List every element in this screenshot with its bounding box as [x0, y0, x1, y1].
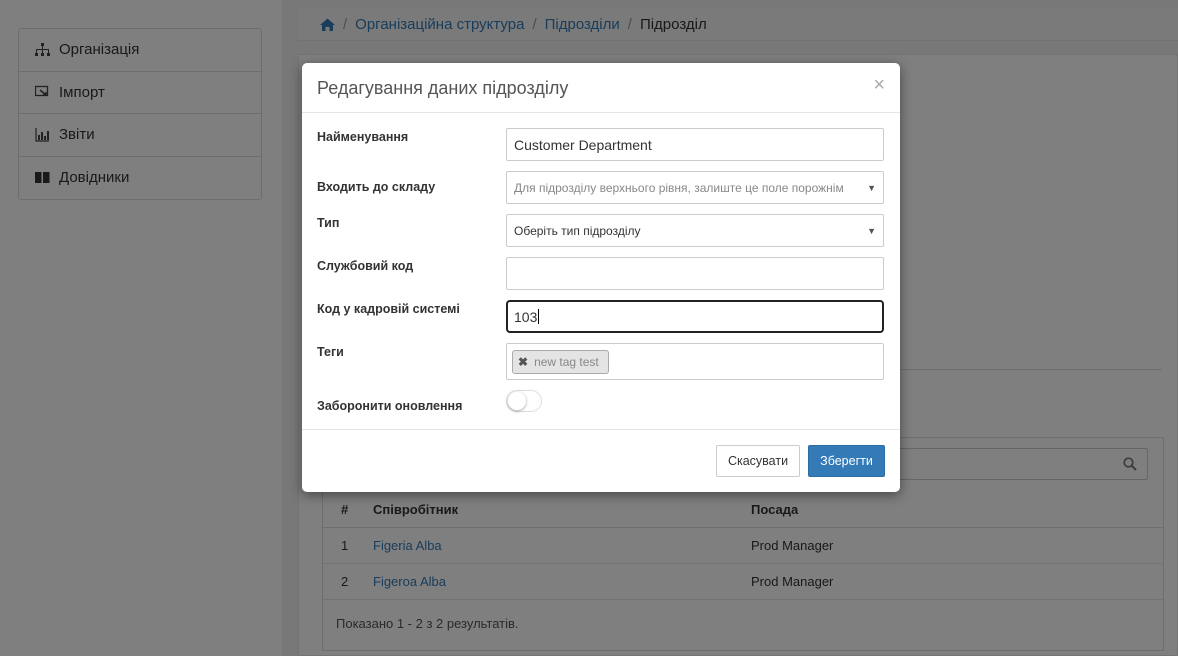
- type-select-value: Оберіть тип підрозділу: [514, 223, 641, 238]
- modal-title: Редагування даних підрозділу: [317, 78, 569, 98]
- tags-input[interactable]: ✖ new tag test: [506, 343, 884, 380]
- forbid-updates-label: Заборонити оновлення: [317, 399, 463, 413]
- tags-label: Теги: [317, 345, 344, 359]
- tag-label: new tag test: [534, 354, 599, 369]
- cancel-button[interactable]: Скасувати: [716, 445, 800, 477]
- modal-header: Редагування даних підрозділу ×: [302, 63, 900, 113]
- chevron-down-icon: ▼: [867, 225, 876, 236]
- modal-footer: Скасувати Зберегти: [302, 429, 900, 492]
- save-button[interactable]: Зберегти: [808, 445, 885, 477]
- close-icon[interactable]: ×: [873, 75, 885, 95]
- service-code-label: Службовий код: [317, 259, 414, 273]
- toggle-knob: [508, 392, 526, 410]
- text-cursor: [538, 309, 540, 324]
- remove-tag-icon[interactable]: ✖: [518, 355, 528, 369]
- tag-chip: ✖ new tag test: [512, 349, 609, 374]
- hr-code-field[interactable]: 103: [506, 300, 884, 333]
- name-label: Найменування: [317, 130, 409, 144]
- parent-select[interactable]: Для підрозділу верхнього рівня, залиште …: [506, 171, 884, 204]
- name-field[interactable]: Customer Department: [506, 128, 884, 161]
- edit-department-modal: Редагування даних підрозділу × Найменува…: [302, 63, 900, 492]
- type-label: Тип: [317, 216, 340, 230]
- hr-code-value: 103: [514, 308, 538, 325]
- chevron-down-icon: ▼: [867, 182, 876, 193]
- type-select[interactable]: Оберіть тип підрозділу ▼: [506, 214, 884, 247]
- service-code-field[interactable]: [506, 257, 884, 290]
- hr-code-label: Код у кадровій системі: [317, 302, 460, 316]
- parent-select-placeholder: Для підрозділу верхнього рівня, залиште …: [514, 180, 844, 195]
- parent-label: Входить до складу: [317, 180, 436, 194]
- forbid-updates-toggle[interactable]: [506, 390, 542, 412]
